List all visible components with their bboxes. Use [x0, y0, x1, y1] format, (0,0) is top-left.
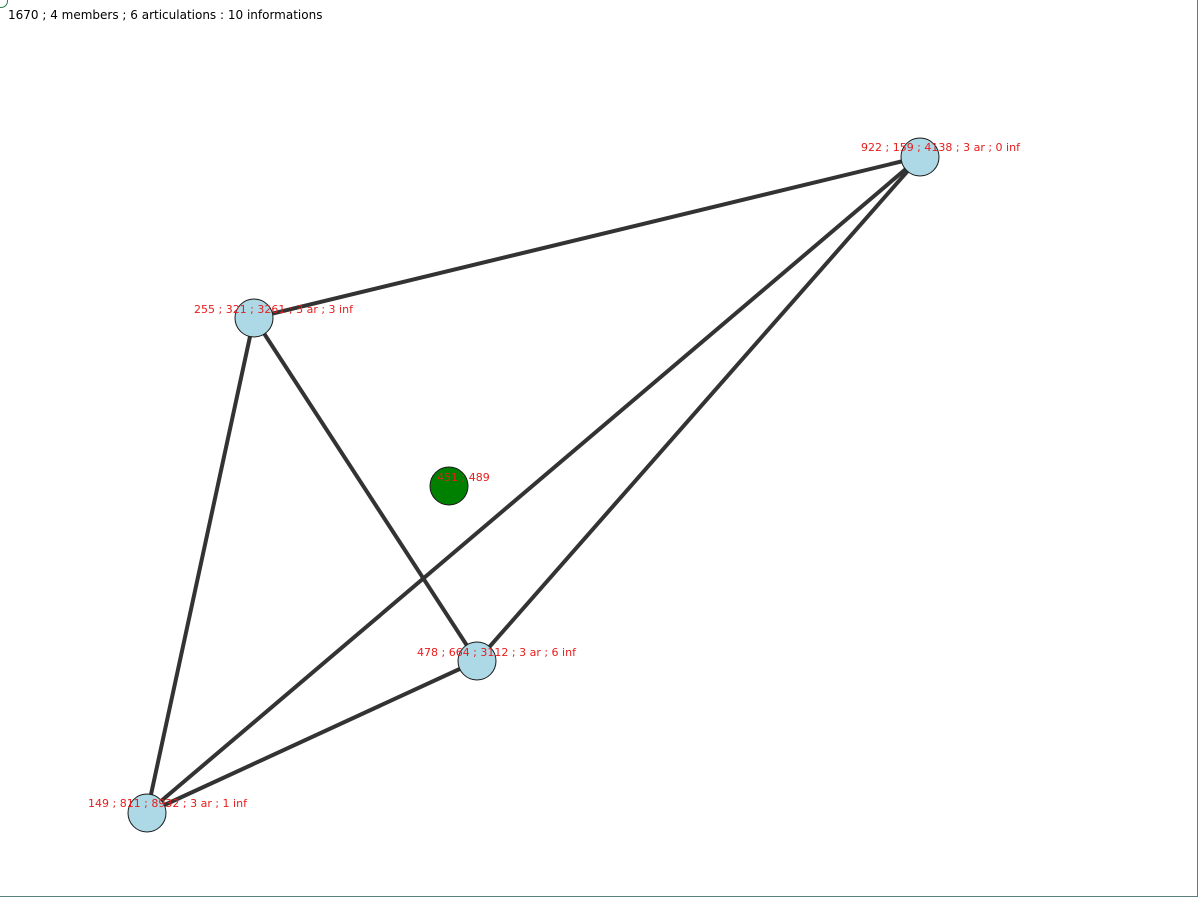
edge-n255-n149: [145, 317, 256, 814]
network-graph: 922 ; 159 ; 4138 ; 3 ar ; 0 inf 255 ; 321…: [88, 137, 1021, 833]
edges-layer: [145, 155, 922, 815]
member-node-255[interactable]: 255 ; 321 ; 3261 ; 3 ar ; 3 inf: [194, 298, 354, 338]
edge-n478-n149: [146, 659, 478, 815]
edge-n922-n255: [253, 155, 921, 320]
center-node-label: 451 ; 489: [437, 471, 490, 484]
edge-n922-n149: [145, 155, 922, 815]
member-node-149[interactable]: 149 ; 811 ; 8932 ; 3 ar ; 1 inf: [88, 793, 248, 833]
member-node-922[interactable]: 922 ; 159 ; 4138 ; 3 ar ; 0 inf: [861, 137, 1021, 177]
member-node-478-label: 478 ; 664 ; 3112 ; 3 ar ; 6 inf: [417, 646, 577, 659]
nodes-layer: 922 ; 159 ; 4138 ; 3 ar ; 0 inf 255 ; 321…: [88, 137, 1021, 833]
member-node-149-label: 149 ; 811 ; 8932 ; 3 ar ; 1 inf: [88, 797, 248, 810]
center-node[interactable]: 451 ; 489: [429, 466, 490, 506]
member-node-478[interactable]: 478 ; 664 ; 3112 ; 3 ar ; 6 inf: [417, 641, 577, 681]
edge-n922-n478: [475, 155, 922, 663]
member-node-922-label: 922 ; 159 ; 4138 ; 3 ar ; 0 inf: [861, 141, 1021, 154]
member-node-255-label: 255 ; 321 ; 3261 ; 3 ar ; 3 inf: [194, 303, 354, 316]
